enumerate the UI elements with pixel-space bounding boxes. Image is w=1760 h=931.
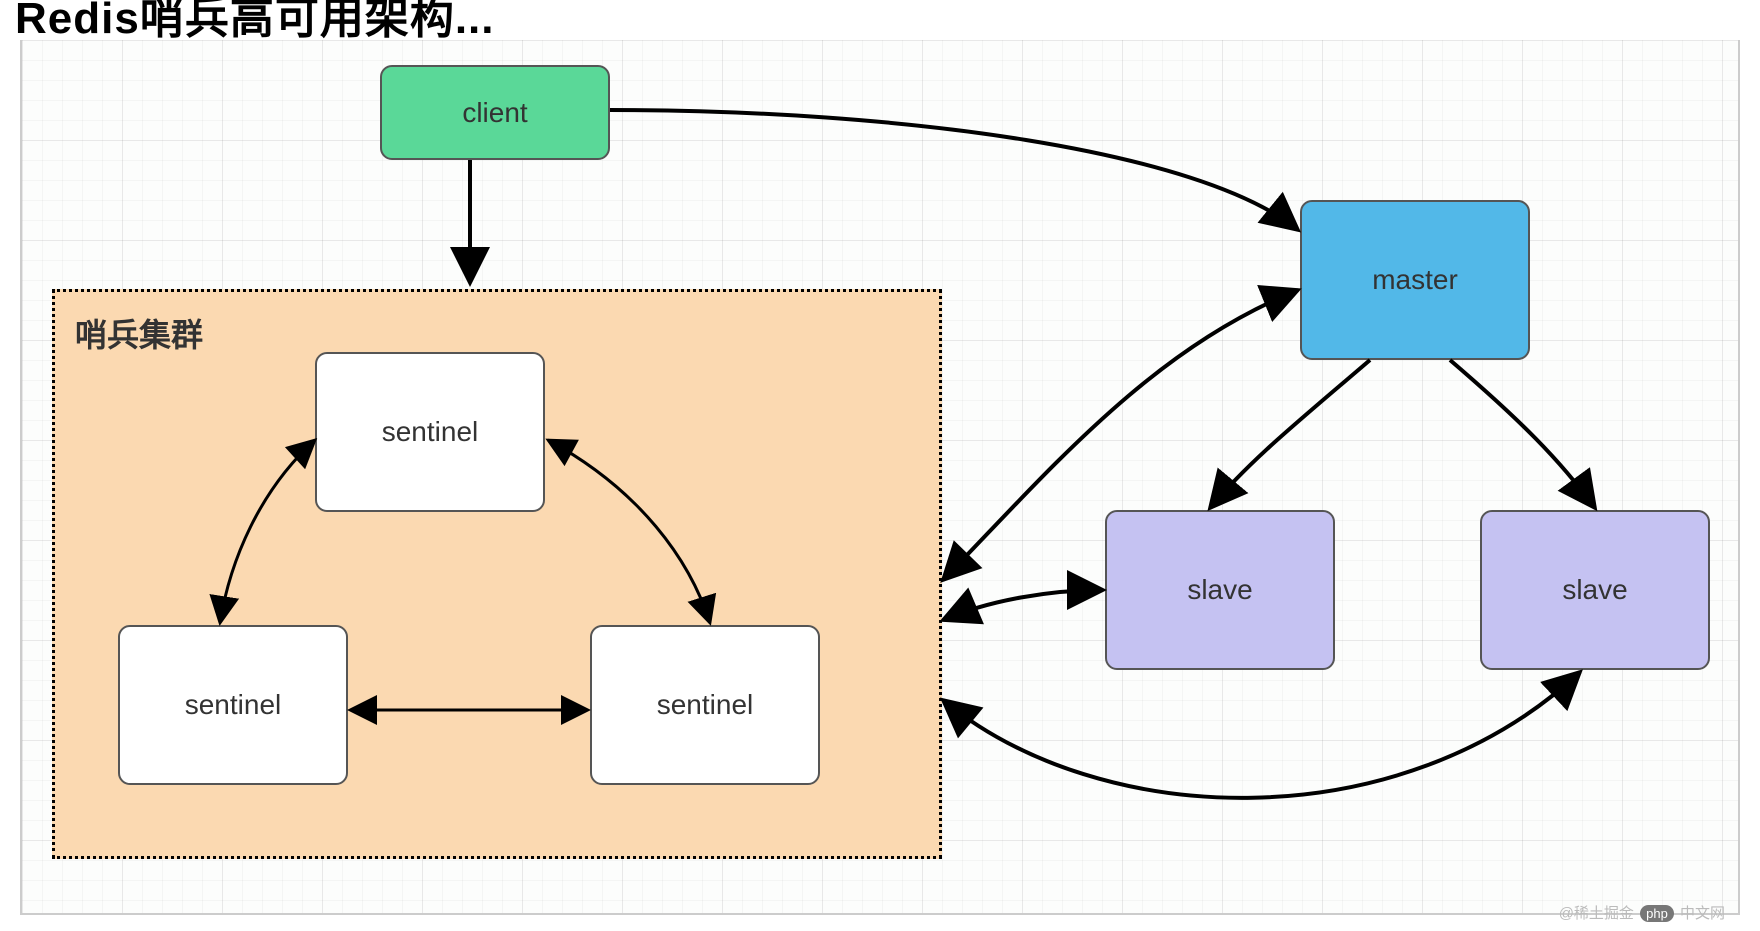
- watermark: @稀土掘金 php 中文网: [1559, 902, 1725, 923]
- slave-node-left: slave: [1105, 510, 1335, 670]
- master-label: master: [1372, 264, 1458, 296]
- watermark-prefix: @稀土掘金: [1559, 905, 1634, 922]
- slave-left-label: slave: [1187, 574, 1252, 606]
- master-node: master: [1300, 200, 1530, 360]
- sentinel-node-left: sentinel: [118, 625, 348, 785]
- sentinel-cluster-label: 哨兵集群: [75, 310, 203, 356]
- watermark-suffix: 中文网: [1680, 905, 1725, 922]
- sentinel-node-right: sentinel: [590, 625, 820, 785]
- sentinel-node-top: sentinel: [315, 352, 545, 512]
- sentinel-left-label: sentinel: [185, 689, 282, 721]
- client-label: client: [462, 97, 527, 129]
- php-badge: php: [1640, 905, 1674, 922]
- sentinel-top-label: sentinel: [382, 416, 479, 448]
- slave-right-label: slave: [1562, 574, 1627, 606]
- slave-node-right: slave: [1480, 510, 1710, 670]
- sentinel-right-label: sentinel: [657, 689, 754, 721]
- client-node: client: [380, 65, 610, 160]
